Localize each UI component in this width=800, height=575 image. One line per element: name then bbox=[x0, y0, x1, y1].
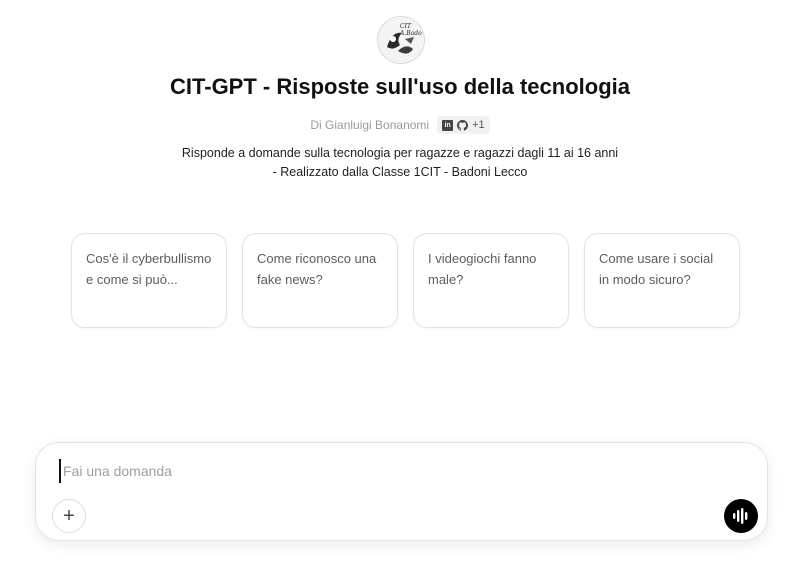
social-links[interactable]: in +1 bbox=[437, 116, 490, 134]
voice-waveform-icon bbox=[733, 508, 748, 524]
voice-mode-button[interactable] bbox=[724, 499, 758, 533]
suggestion-card[interactable]: Cos'è il cyberbullismo e come si può... bbox=[71, 233, 227, 328]
suggestion-card[interactable]: Come usare i social in modo sicuro? bbox=[584, 233, 740, 328]
suggestion-card[interactable]: I videogiochi fanno male? bbox=[413, 233, 569, 328]
logo-text: CIT A.Bado bbox=[400, 23, 422, 37]
github-icon[interactable] bbox=[457, 119, 469, 131]
linkedin-icon[interactable]: in bbox=[442, 119, 454, 131]
author-byline: Di Gianluigi Bonanomi in +1 bbox=[0, 116, 800, 134]
suggestion-card[interactable]: Come riconosco una fake news? bbox=[242, 233, 398, 328]
message-input[interactable] bbox=[59, 459, 725, 483]
gpt-description: Risponde a domande sulla tecnologia per … bbox=[181, 146, 619, 179]
add-attachment-button[interactable]: + bbox=[52, 499, 86, 533]
plus-icon: + bbox=[63, 504, 75, 527]
gpt-title: CIT-GPT - Risposte sull'uso della tecnol… bbox=[170, 74, 630, 99]
gpt-logo: CIT A.Bado bbox=[377, 16, 425, 64]
message-composer: + bbox=[35, 442, 768, 541]
extra-links-count: +1 bbox=[472, 119, 485, 131]
suggestion-cards: Cos'è il cyberbullismo e come si può... … bbox=[71, 233, 740, 328]
author-name: Di Gianluigi Bonanomi bbox=[310, 118, 430, 132]
